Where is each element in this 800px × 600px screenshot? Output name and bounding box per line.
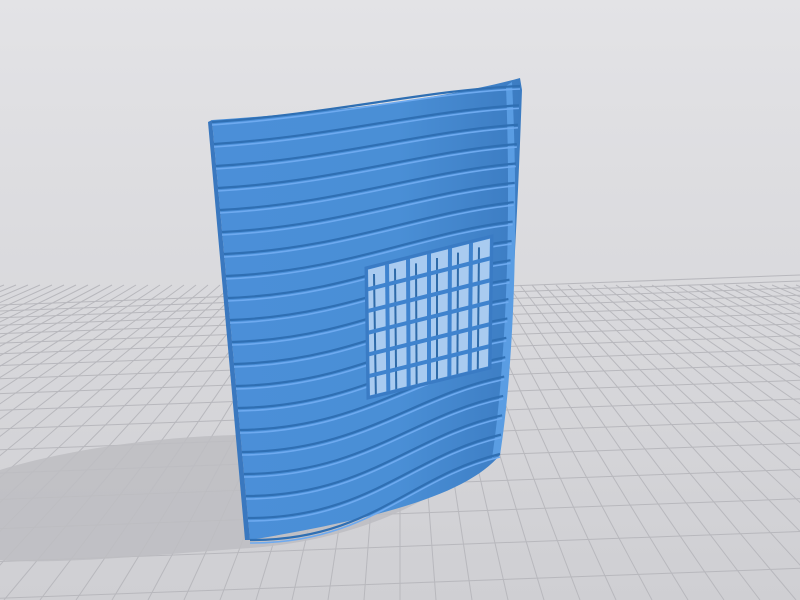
render-viewport [0, 0, 800, 600]
curved-wall-part [208, 78, 522, 544]
mesh-bar-depth [476, 247, 480, 380]
mesh-bar-depth [394, 268, 398, 398]
mesh-bar-depth [456, 252, 459, 385]
mesh-bar-depth [415, 263, 418, 395]
